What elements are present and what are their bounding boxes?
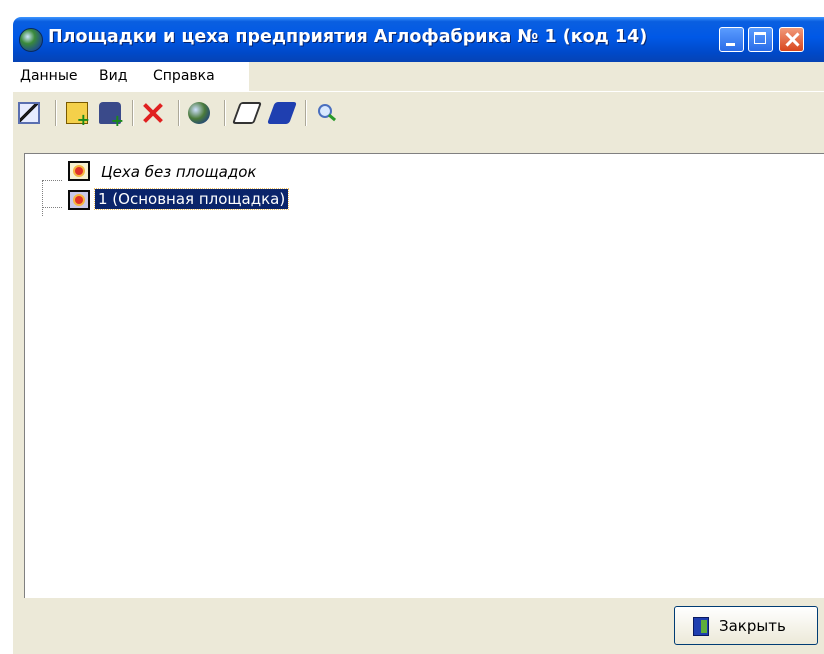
tree-view[interactable]: Цеха без площадок 1 (Основная площадка) bbox=[24, 153, 824, 598]
site-icon bbox=[68, 190, 90, 210]
title-bar[interactable]: Площадки и цеха предприятия Аглофабрика … bbox=[13, 17, 824, 62]
workshop-icon bbox=[68, 161, 90, 181]
add-workshop-icon[interactable] bbox=[99, 102, 124, 130]
exit-door-icon bbox=[693, 617, 709, 636]
minimize-button[interactable] bbox=[719, 27, 744, 52]
menu-bar: Данные Вид Справка bbox=[13, 62, 249, 91]
close-window-button[interactable] bbox=[779, 27, 804, 52]
toolbar bbox=[13, 92, 824, 136]
toolbar-separator bbox=[305, 100, 306, 126]
tree-node-label: 1 (Основная площадка) bbox=[93, 188, 290, 210]
menu-help[interactable]: Справка bbox=[153, 68, 215, 84]
window-body: Данные Вид Справка Цеха без площадок 1 (… bbox=[13, 62, 824, 654]
edit-icon[interactable] bbox=[18, 102, 40, 124]
tree-connector bbox=[42, 180, 62, 181]
expand-icon[interactable] bbox=[231, 102, 263, 124]
tree-node-label: Цеха без площадок bbox=[101, 163, 257, 181]
toolbar-separator bbox=[132, 100, 133, 126]
delete-icon[interactable] bbox=[142, 102, 164, 124]
toolbar-separator bbox=[224, 100, 225, 126]
window-title: Площадки и цеха предприятия Аглофабрика … bbox=[48, 27, 648, 47]
collapse-icon[interactable] bbox=[266, 102, 298, 124]
tree-connector bbox=[42, 207, 62, 208]
maximize-button[interactable] bbox=[748, 27, 773, 52]
app-globe-icon bbox=[19, 28, 43, 52]
find-icon[interactable] bbox=[315, 102, 337, 124]
toolbar-separator bbox=[55, 100, 56, 126]
menu-view[interactable]: Вид bbox=[99, 68, 127, 84]
toolbar-separator bbox=[178, 100, 179, 126]
close-button[interactable]: Закрыть bbox=[674, 606, 818, 645]
close-button-label: Закрыть bbox=[719, 617, 786, 635]
menu-data[interactable]: Данные bbox=[20, 68, 78, 84]
tree-connector bbox=[42, 180, 43, 216]
refresh-icon[interactable] bbox=[188, 102, 210, 124]
add-site-icon[interactable] bbox=[66, 102, 90, 129]
